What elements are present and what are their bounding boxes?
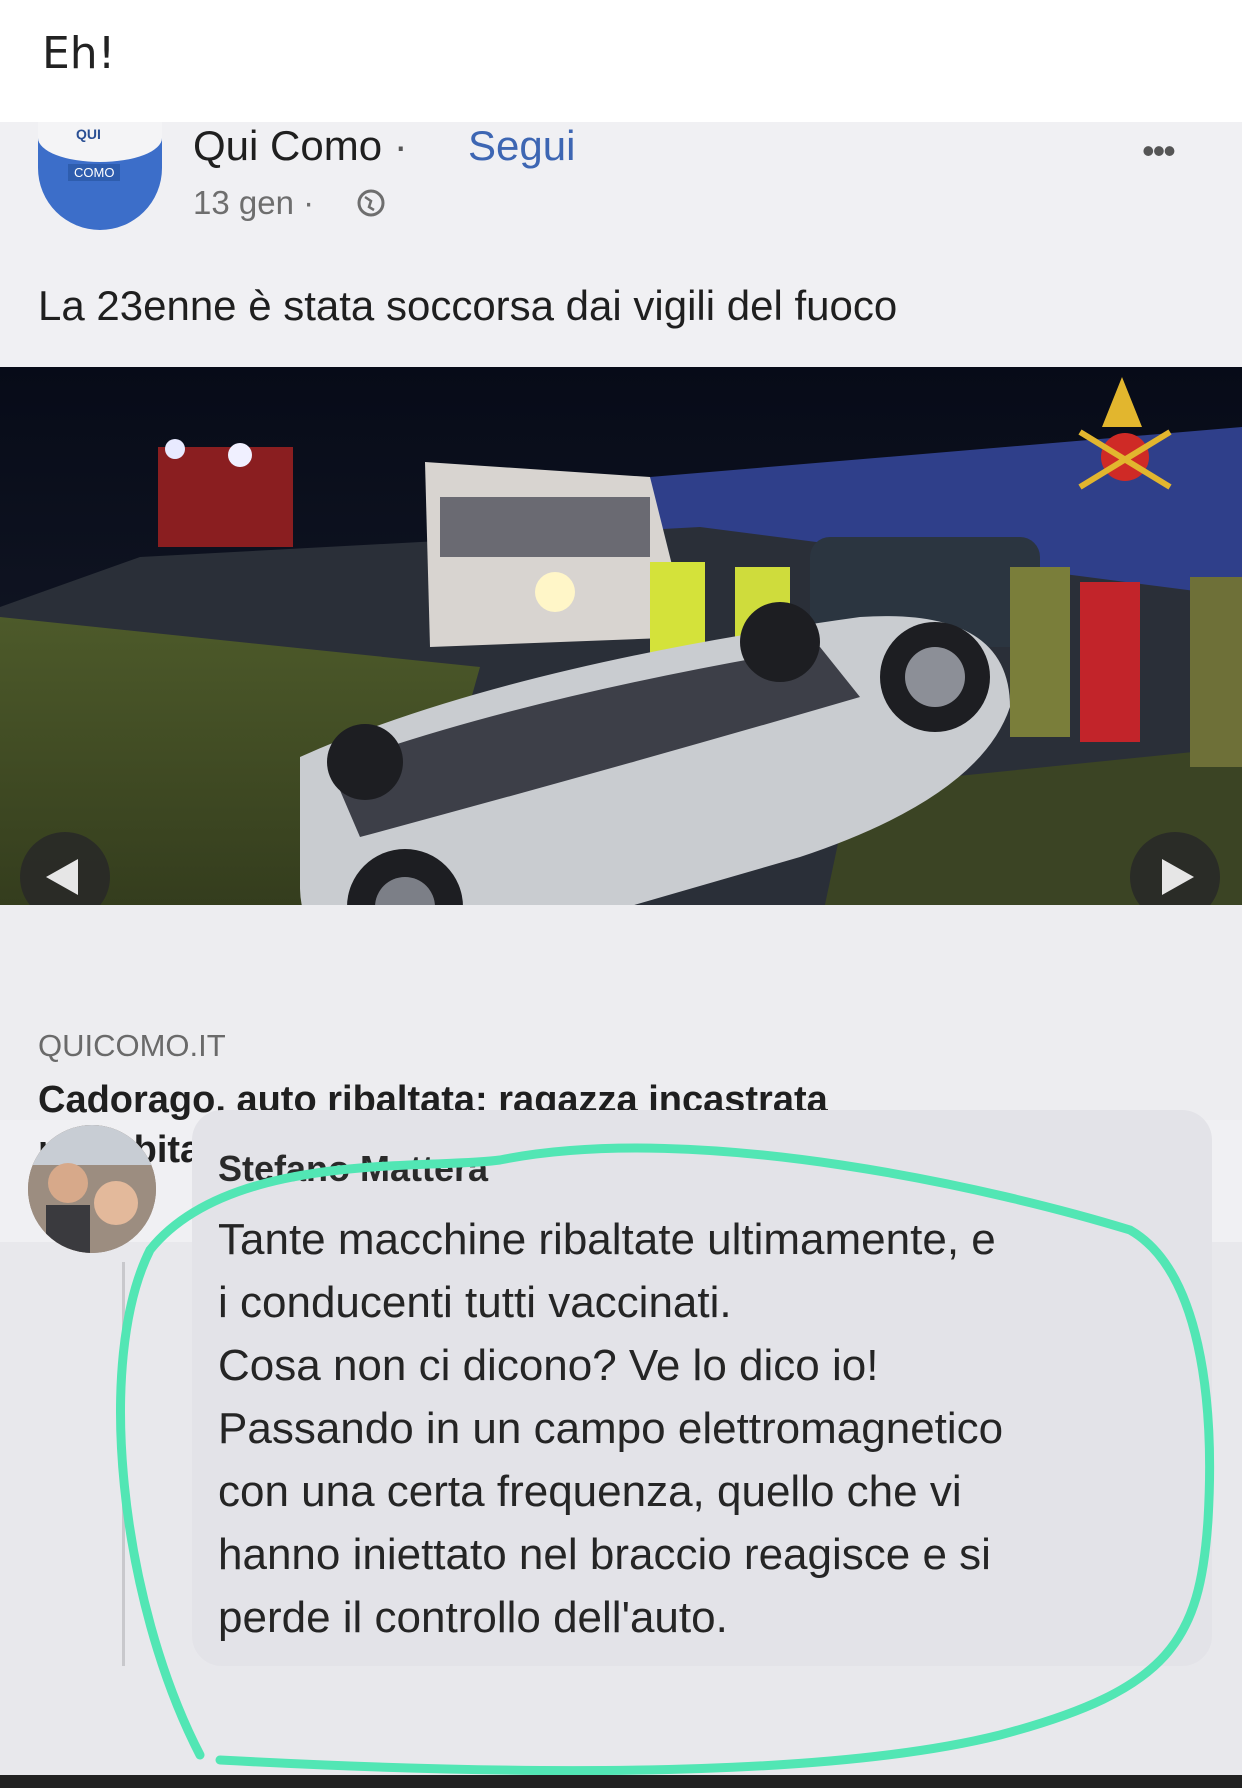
link-domain: QUICOMO.IT: [38, 1028, 226, 1063]
avatar-text-top: QUI: [76, 126, 101, 142]
comment-line: Cosa non ci dicono? Ve lo dico io!: [218, 1341, 879, 1390]
comment-line: Tante macchine ribaltate ultimamente, e: [218, 1215, 996, 1264]
comment-line: Passando in un campo elettromagnetico: [218, 1404, 1004, 1453]
comment-line: hanno iniettato nel braccio reagisce e s…: [218, 1530, 991, 1579]
bottom-bar: [0, 1775, 1242, 1788]
more-icon[interactable]: •••: [1142, 130, 1176, 172]
post-date[interactable]: 13 gen ·: [193, 184, 314, 222]
post-caption: Eh!: [42, 28, 116, 79]
avatar-photo: [28, 1125, 156, 1253]
page-name[interactable]: Qui Como ·: [193, 122, 408, 170]
avatar-text-bottom: COMO: [68, 164, 121, 181]
post-text: La 23enne è stata soccorsa dai vigili de…: [38, 282, 898, 329]
comment-line: i conducenti tutti vaccinati.: [218, 1278, 732, 1327]
comment-body: Tante macchine ribaltate ultimamente, e …: [218, 1208, 1208, 1649]
comment-line: con una certa frequenza, quello che vi: [218, 1467, 962, 1516]
comment-line: perde il controllo dell'auto.: [218, 1593, 728, 1642]
comment-avatar[interactable]: [28, 1125, 156, 1253]
name-separator: ·: [393, 122, 408, 169]
follow-button[interactable]: Segui: [468, 122, 575, 170]
page-name-label[interactable]: Qui Como: [193, 122, 382, 169]
page-avatar[interactable]: QUI COMO: [38, 122, 162, 230]
comment-author[interactable]: Stefano Mattera: [218, 1148, 488, 1190]
thread-line: [122, 1262, 125, 1666]
globe-icon: [357, 189, 385, 217]
